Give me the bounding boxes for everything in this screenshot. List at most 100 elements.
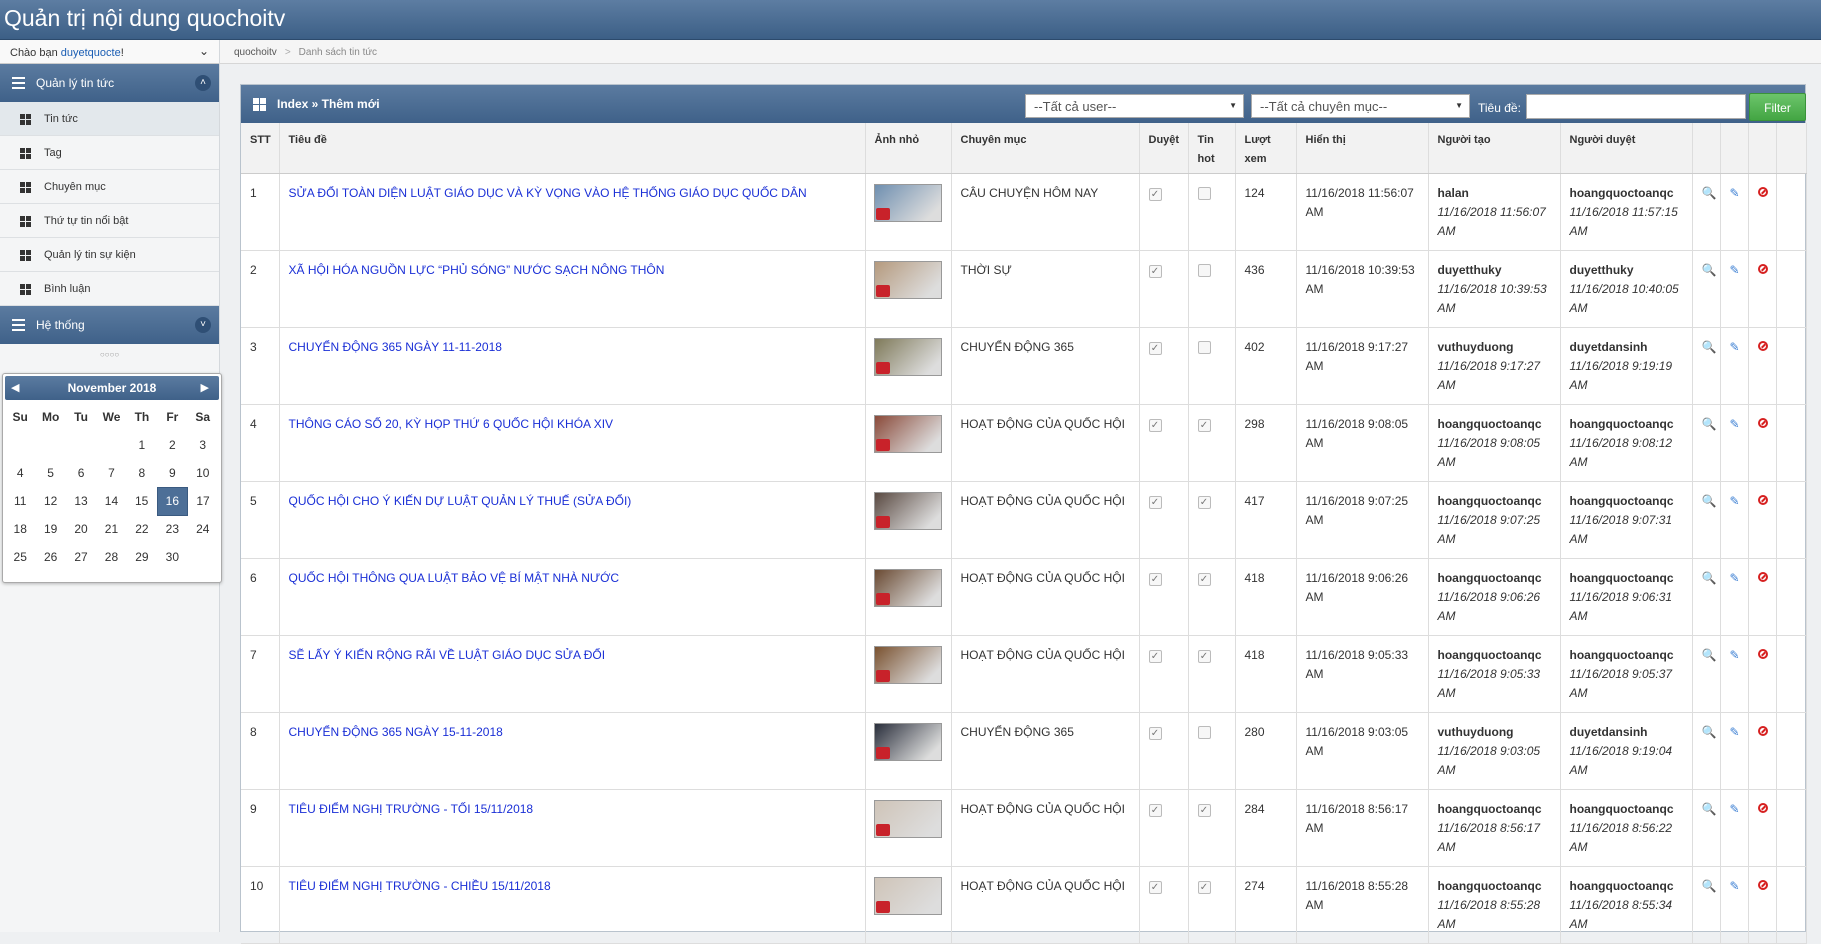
calendar-day[interactable]: 10 — [188, 459, 218, 487]
calendar-day[interactable]: 26 — [35, 543, 65, 571]
news-title-link[interactable]: TIÊU ĐIỂM NGHỊ TRƯỜNG - CHIỀU 15/11/2018 — [289, 879, 551, 893]
magnifier-icon[interactable]: 🔍 — [1702, 648, 1717, 662]
hot-checkbox[interactable]: ✓ — [1197, 649, 1211, 663]
delete-icon[interactable] — [1757, 725, 1768, 736]
sidebar-item[interactable]: Thứ tự tin nổi bật — [0, 204, 219, 238]
edit-icon[interactable]: ✎ — [1730, 417, 1740, 431]
calendar-day[interactable]: 12 — [35, 487, 65, 515]
magnifier-icon[interactable]: 🔍 — [1702, 494, 1717, 508]
sidebar-item[interactable]: Tin tức — [0, 102, 219, 136]
hot-checkbox[interactable] — [1197, 725, 1211, 739]
calendar-day[interactable]: 18 — [5, 515, 35, 543]
magnifier-icon[interactable]: 🔍 — [1702, 802, 1717, 816]
calendar-day[interactable]: 21 — [96, 515, 126, 543]
edit-icon[interactable]: ✎ — [1730, 263, 1740, 277]
delete-icon[interactable] — [1757, 802, 1768, 813]
chevron-up-icon[interactable]: ˄ — [195, 75, 211, 91]
news-thumbnail[interactable] — [873, 568, 942, 607]
news-thumbnail[interactable] — [873, 876, 942, 915]
delete-icon[interactable] — [1757, 417, 1768, 428]
calendar-day[interactable]: 14 — [96, 487, 126, 515]
calendar-day[interactable]: 8 — [127, 459, 157, 487]
calendar-day[interactable]: 11 — [5, 487, 35, 515]
edit-icon[interactable]: ✎ — [1730, 802, 1740, 816]
calendar-day[interactable]: 7 — [96, 459, 126, 487]
magnifier-icon[interactable]: 🔍 — [1702, 263, 1717, 277]
hot-checkbox[interactable] — [1197, 186, 1211, 200]
news-thumbnail[interactable] — [873, 260, 942, 299]
delete-icon[interactable] — [1757, 494, 1768, 505]
news-title-link[interactable]: CHUYỂN ĐỘNG 365 NGÀY 11-11-2018 — [289, 340, 502, 354]
magnifier-icon[interactable]: 🔍 — [1702, 417, 1717, 431]
title-filter-input[interactable] — [1526, 94, 1746, 119]
category-select[interactable]: --Tất cả chuyên mục-- ▼ — [1251, 94, 1470, 118]
approved-checkbox[interactable]: ✓ — [1148, 880, 1162, 894]
news-thumbnail[interactable] — [873, 414, 942, 453]
chevron-down-icon[interactable]: ⌄ — [199, 44, 209, 58]
approved-checkbox[interactable]: ✓ — [1148, 418, 1162, 432]
edit-icon[interactable]: ✎ — [1730, 725, 1740, 739]
edit-icon[interactable]: ✎ — [1730, 340, 1740, 354]
delete-icon[interactable] — [1757, 648, 1768, 659]
user-select[interactable]: --Tất cả user-- ▼ — [1025, 94, 1244, 118]
approved-checkbox[interactable]: ✓ — [1148, 264, 1162, 278]
user-greeting[interactable]: Chào bạn duyetquocte! ⌄ — [0, 40, 219, 64]
calendar-day[interactable]: 6 — [66, 459, 96, 487]
magnifier-icon[interactable]: 🔍 — [1702, 879, 1717, 893]
sidebar-item[interactable]: Bình luận — [0, 272, 219, 306]
approved-checkbox[interactable]: ✓ — [1148, 341, 1162, 355]
magnifier-icon[interactable]: 🔍 — [1702, 725, 1717, 739]
section-system[interactable]: Hệ thống ˅ — [0, 306, 219, 344]
delete-icon[interactable] — [1757, 571, 1768, 582]
news-thumbnail[interactable] — [873, 722, 942, 761]
news-title-link[interactable]: QUỐC HỘI THÔNG QUA LUẬT BẢO VỆ BÍ MẬT NH… — [289, 571, 620, 585]
sidebar-item[interactable]: Quản lý tin sự kiện — [0, 238, 219, 272]
calendar-day[interactable]: 23 — [157, 515, 187, 543]
calendar-day[interactable]: 24 — [188, 515, 218, 543]
calendar-day[interactable]: 22 — [127, 515, 157, 543]
edit-icon[interactable]: ✎ — [1730, 494, 1740, 508]
edit-icon[interactable]: ✎ — [1730, 186, 1740, 200]
news-thumbnail[interactable] — [873, 491, 942, 530]
calendar-day[interactable]: 2 — [157, 431, 187, 459]
news-title-link[interactable]: SẼ LẤY Ý KIẾN RỘNG RÃI VỀ LUẬT GIÁO DỤC … — [289, 648, 606, 662]
sidebar-item[interactable]: Tag — [0, 136, 219, 170]
approved-checkbox[interactable]: ✓ — [1148, 572, 1162, 586]
edit-icon[interactable]: ✎ — [1730, 879, 1740, 893]
hot-checkbox[interactable] — [1197, 263, 1211, 277]
news-title-link[interactable]: XÃ HỘI HÓA NGUỒN LỰC “PHỦ SÓNG” NƯỚC SẠC… — [289, 263, 665, 277]
section-news-management[interactable]: Quản lý tin tức ˄ — [0, 64, 219, 102]
hot-checkbox[interactable]: ✓ — [1197, 495, 1211, 509]
calendar-day[interactable]: 29 — [127, 543, 157, 571]
calendar-day[interactable]: 17 — [188, 487, 218, 515]
hot-checkbox[interactable]: ✓ — [1197, 572, 1211, 586]
news-title-link[interactable]: SỬA ĐỔI TOÀN DIỆN LUẬT GIÁO DỤC VÀ KỲ VỌ… — [289, 186, 807, 200]
approved-checkbox[interactable]: ✓ — [1148, 187, 1162, 201]
calendar-day[interactable]: 5 — [35, 459, 65, 487]
approved-checkbox[interactable]: ✓ — [1148, 803, 1162, 817]
calendar-day[interactable]: 30 — [157, 543, 187, 571]
approved-checkbox[interactable]: ✓ — [1148, 726, 1162, 740]
next-month-icon[interactable]: ▶ — [201, 376, 209, 400]
calendar-day[interactable]: 28 — [96, 543, 126, 571]
delete-icon[interactable] — [1757, 186, 1768, 197]
magnifier-icon[interactable]: 🔍 — [1702, 186, 1717, 200]
calendar-day[interactable]: 25 — [5, 543, 35, 571]
filter-button[interactable]: Filter — [1749, 93, 1806, 121]
news-thumbnail[interactable] — [873, 183, 942, 222]
delete-icon[interactable] — [1757, 263, 1768, 274]
calendar-day[interactable]: 19 — [35, 515, 65, 543]
calendar-day[interactable]: 1 — [127, 431, 157, 459]
news-title-link[interactable]: QUỐC HỘI CHO Ý KIẾN DỰ LUẬT QUẢN LÝ THUẾ… — [289, 494, 632, 508]
magnifier-icon[interactable]: 🔍 — [1702, 571, 1717, 585]
edit-icon[interactable]: ✎ — [1730, 648, 1740, 662]
hot-checkbox[interactable]: ✓ — [1197, 418, 1211, 432]
magnifier-icon[interactable]: 🔍 — [1702, 340, 1717, 354]
calendar-day[interactable]: 3 — [188, 431, 218, 459]
news-title-link[interactable]: CHUYỂN ĐỘNG 365 NGÀY 15-11-2018 — [289, 725, 503, 739]
calendar-day[interactable]: 20 — [66, 515, 96, 543]
hot-checkbox[interactable]: ✓ — [1197, 880, 1211, 894]
prev-month-icon[interactable]: ◀ — [11, 376, 19, 400]
calendar-day[interactable]: 16 — [156, 486, 189, 516]
delete-icon[interactable] — [1757, 879, 1768, 890]
